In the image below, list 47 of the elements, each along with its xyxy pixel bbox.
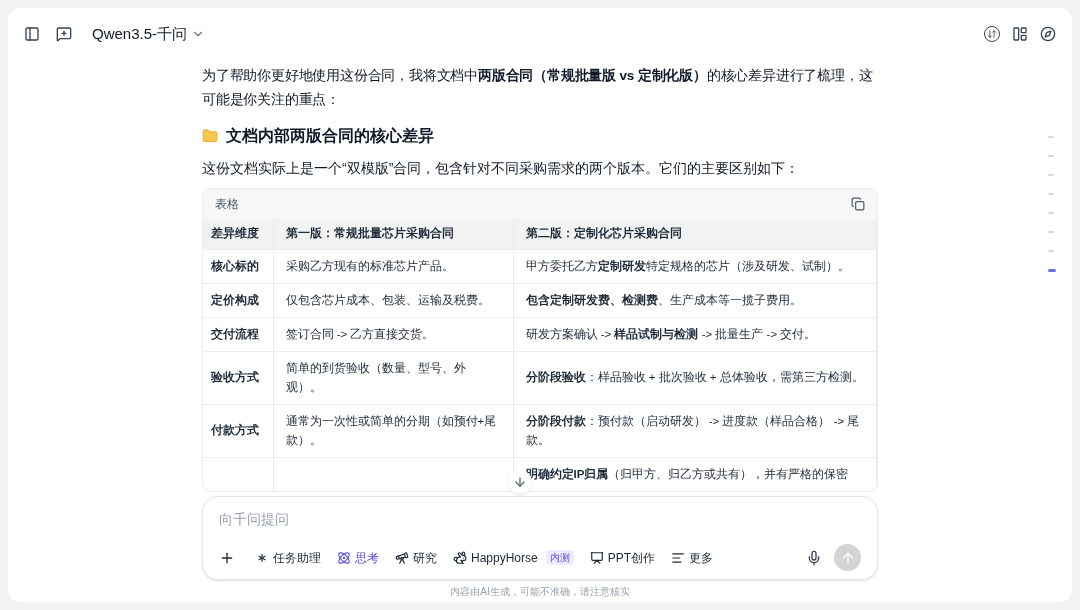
disclaimer: 内容由AI生成，可能不准确，请注意核实 (450, 584, 630, 599)
new-chat-icon[interactable] (56, 26, 72, 42)
outline-marker[interactable] (1048, 269, 1056, 272)
outline-marker[interactable] (1048, 136, 1054, 138)
section-heading: 文档内部两版合同的核心差异 (226, 126, 434, 146)
outline-marker[interactable] (1048, 155, 1054, 157)
table-label: 表格 (215, 196, 239, 213)
column-header: 第二版：定制化芯片采购合同 (513, 219, 877, 249)
tool-button[interactable]: PPT创作 (581, 548, 664, 567)
sidebar-toggle-icon[interactable] (24, 26, 40, 42)
tool-button[interactable]: 更多 (663, 548, 722, 567)
outline-marker[interactable] (1048, 250, 1054, 252)
table-cell: 分阶段验收：样品验收 + 批次验收 + 总体验收，需第三方检测。 (525, 371, 864, 383)
copy-icon[interactable] (851, 197, 865, 211)
table-cell: 采购乙方现有的标准芯片产品。 (285, 259, 454, 272)
tool-button[interactable]: 研究 (387, 548, 445, 567)
tool-button[interactable]: 思考 (329, 548, 387, 567)
table-cell: 分阶段付款：预付款（启动研发） -> 进度款（样品合格） -> 尾款。 (525, 414, 860, 446)
tool-button[interactable]: HappyHorse 内测 (445, 548, 582, 567)
prompt-input[interactable]: 向千问提问 (219, 509, 519, 530)
column-header: 差异维度 (203, 219, 273, 249)
table-cell: 研发方案确认 -> 样品试制与检测 -> 批量生产 -> 交付。 (525, 327, 817, 340)
tool-button[interactable]: 任务助理 (247, 548, 329, 567)
layout-icon[interactable] (1012, 26, 1028, 42)
table-cell: 签订合同 -> 乙方直接交货。 (285, 327, 435, 340)
row-label: 定价构成 (211, 293, 259, 306)
table-cell: 包含定制研发费、检测费、生产成本等一揽子费用。 (525, 293, 802, 306)
outline-marker[interactable] (1048, 193, 1054, 195)
table-cell: 通常为一次性或简单的分期（如预付+尾款）。 (285, 414, 497, 446)
outline-marker[interactable] (1048, 231, 1054, 233)
intro-paragraph: 为了帮助你更好地使用这份合同，我将文档中两版合同（常规批量版 vs 定制化版）的核心差异进行了梳理，这可能是你关注的重点： (202, 67, 874, 109)
outline-marker[interactable] (1048, 174, 1054, 176)
row-label: 交付流程 (211, 327, 259, 340)
model-selector[interactable]: Qwen3.5-千问 (92, 22, 206, 46)
table-cell: 简单的到货验收（数量、型号、外观）。 (285, 361, 466, 393)
column-header: 第一版：常规批量芯片采购合同 (273, 219, 513, 249)
beta-badge: 内测 (545, 550, 574, 565)
row-label: 核心标的 (211, 259, 259, 272)
row-label: 验收方式 (211, 371, 259, 383)
compass-icon[interactable] (1040, 26, 1056, 42)
microphone-icon[interactable] (806, 549, 822, 566)
folder-icon (202, 128, 218, 144)
lead-paragraph: 这份文档实际上是一个“双模版”合同，包含针对不同采购需求的两个版本。它们的主要区别如下： (202, 159, 801, 178)
table-cell: 甲方委托乙方定制研发特定规格的芯片（涉及研发、试制）。 (525, 259, 850, 272)
row-label: 付款方式 (211, 424, 259, 436)
table-cell: 仅包含芯片成本、包装、运输及税费。 (285, 293, 490, 306)
outline-marker[interactable] (1048, 212, 1054, 214)
